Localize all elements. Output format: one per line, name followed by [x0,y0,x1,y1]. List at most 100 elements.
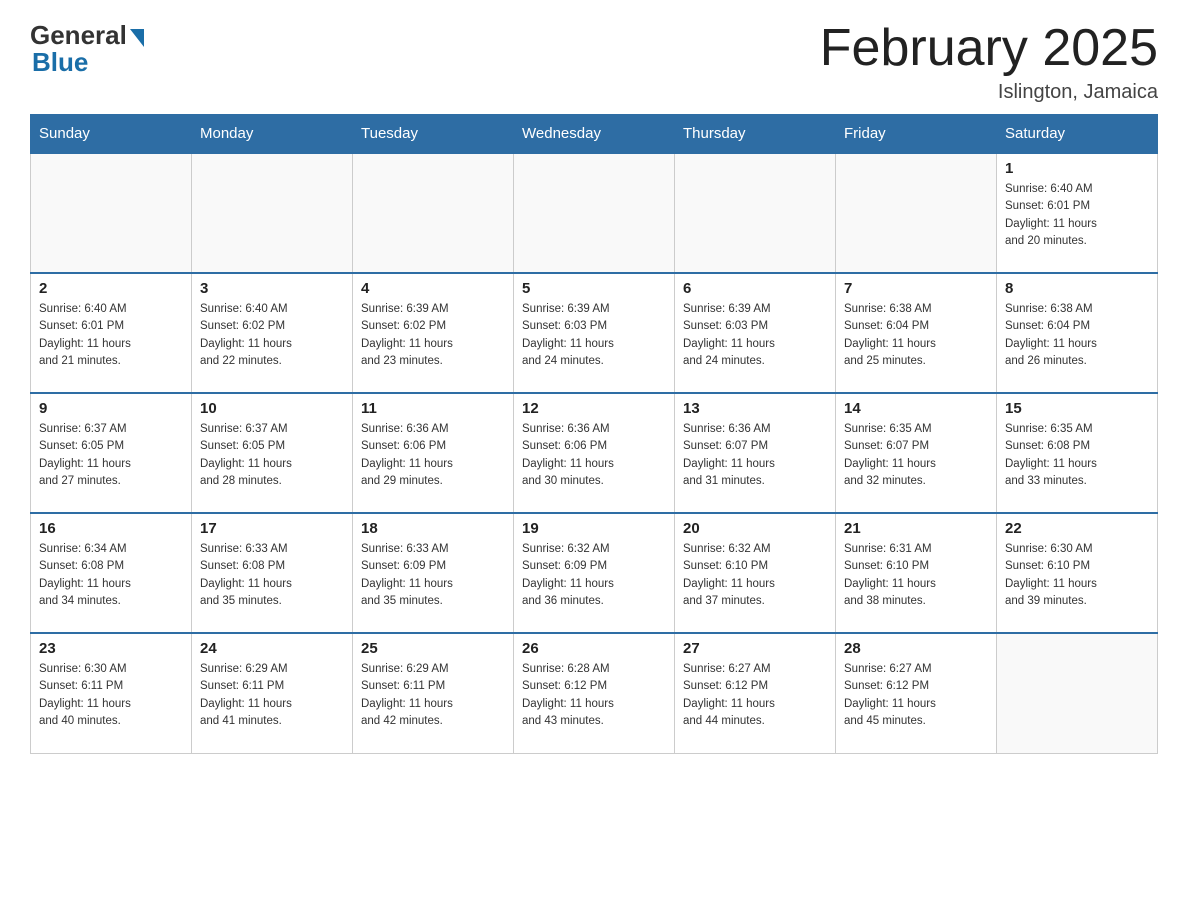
day-info: Sunrise: 6:37 AM Sunset: 6:05 PM Dayligh… [200,421,344,490]
calendar-cell: 17 Sunrise: 6:33 AM Sunset: 6:08 PM Dayli… [192,513,353,633]
day-number: 24 [200,640,344,657]
page-header: General Blue February 2025 Islington, Ja… [30,20,1158,104]
day-info: Sunrise: 6:29 AM Sunset: 6:11 PM Dayligh… [361,661,505,730]
day-info: Sunrise: 6:32 AM Sunset: 6:09 PM Dayligh… [522,541,666,610]
logo-arrow-icon [130,29,144,47]
day-info: Sunrise: 6:36 AM Sunset: 6:06 PM Dayligh… [522,421,666,490]
day-number: 14 [844,400,988,417]
calendar-cell [192,153,353,273]
calendar-cell [353,153,514,273]
calendar-cell: 16 Sunrise: 6:34 AM Sunset: 6:08 PM Dayli… [31,513,192,633]
location-text: Islington, Jamaica [820,81,1158,104]
calendar-cell: 22 Sunrise: 6:30 AM Sunset: 6:10 PM Dayli… [997,513,1158,633]
day-number: 10 [200,400,344,417]
calendar-cell: 13 Sunrise: 6:36 AM Sunset: 6:07 PM Dayli… [675,393,836,513]
calendar-cell: 14 Sunrise: 6:35 AM Sunset: 6:07 PM Dayli… [836,393,997,513]
day-number: 15 [1005,400,1149,417]
day-number: 13 [683,400,827,417]
day-number: 16 [39,520,183,537]
day-info: Sunrise: 6:33 AM Sunset: 6:09 PM Dayligh… [361,541,505,610]
calendar-header-monday: Monday [192,115,353,154]
logo-blue-text: Blue [30,47,88,78]
day-number: 4 [361,280,505,297]
day-number: 5 [522,280,666,297]
calendar-cell: 18 Sunrise: 6:33 AM Sunset: 6:09 PM Dayli… [353,513,514,633]
calendar-week-row: 2 Sunrise: 6:40 AM Sunset: 6:01 PM Daylig… [31,273,1158,393]
day-number: 7 [844,280,988,297]
calendar-week-row: 16 Sunrise: 6:34 AM Sunset: 6:08 PM Dayli… [31,513,1158,633]
calendar-table: SundayMondayTuesdayWednesdayThursdayFrid… [30,114,1158,754]
day-info: Sunrise: 6:34 AM Sunset: 6:08 PM Dayligh… [39,541,183,610]
day-info: Sunrise: 6:35 AM Sunset: 6:07 PM Dayligh… [844,421,988,490]
logo: General Blue [30,20,144,78]
calendar-cell: 25 Sunrise: 6:29 AM Sunset: 6:11 PM Dayli… [353,633,514,753]
day-info: Sunrise: 6:27 AM Sunset: 6:12 PM Dayligh… [683,661,827,730]
calendar-cell: 3 Sunrise: 6:40 AM Sunset: 6:02 PM Daylig… [192,273,353,393]
calendar-cell: 21 Sunrise: 6:31 AM Sunset: 6:10 PM Dayli… [836,513,997,633]
calendar-header-friday: Friday [836,115,997,154]
day-number: 25 [361,640,505,657]
day-info: Sunrise: 6:29 AM Sunset: 6:11 PM Dayligh… [200,661,344,730]
calendar-cell: 20 Sunrise: 6:32 AM Sunset: 6:10 PM Dayli… [675,513,836,633]
day-info: Sunrise: 6:40 AM Sunset: 6:01 PM Dayligh… [39,301,183,370]
day-info: Sunrise: 6:36 AM Sunset: 6:07 PM Dayligh… [683,421,827,490]
day-number: 8 [1005,280,1149,297]
day-info: Sunrise: 6:38 AM Sunset: 6:04 PM Dayligh… [844,301,988,370]
day-number: 22 [1005,520,1149,537]
day-info: Sunrise: 6:37 AM Sunset: 6:05 PM Dayligh… [39,421,183,490]
day-info: Sunrise: 6:38 AM Sunset: 6:04 PM Dayligh… [1005,301,1149,370]
calendar-header-sunday: Sunday [31,115,192,154]
calendar-week-row: 23Sunrise: 6:30 AM Sunset: 6:11 PM Dayli… [31,633,1158,753]
day-number: 2 [39,280,183,297]
day-number: 20 [683,520,827,537]
calendar-cell: 15 Sunrise: 6:35 AM Sunset: 6:08 PM Dayli… [997,393,1158,513]
day-number: 17 [200,520,344,537]
day-number: 12 [522,400,666,417]
day-info: Sunrise: 6:35 AM Sunset: 6:08 PM Dayligh… [1005,421,1149,490]
calendar-cell: 1 Sunrise: 6:40 AM Sunset: 6:01 PM Daylig… [997,153,1158,273]
calendar-cell: 4 Sunrise: 6:39 AM Sunset: 6:02 PM Daylig… [353,273,514,393]
day-number: 19 [522,520,666,537]
day-number: 3 [200,280,344,297]
day-info: Sunrise: 6:28 AM Sunset: 6:12 PM Dayligh… [522,661,666,730]
day-number: 28 [844,640,988,657]
calendar-cell: 27 Sunrise: 6:27 AM Sunset: 6:12 PM Dayli… [675,633,836,753]
day-number: 26 [522,640,666,657]
day-info: Sunrise: 6:31 AM Sunset: 6:10 PM Dayligh… [844,541,988,610]
calendar-cell [836,153,997,273]
day-number: 27 [683,640,827,657]
day-info: Sunrise: 6:33 AM Sunset: 6:08 PM Dayligh… [200,541,344,610]
calendar-cell: 2 Sunrise: 6:40 AM Sunset: 6:01 PM Daylig… [31,273,192,393]
day-number: 9 [39,400,183,417]
day-info: Sunrise: 6:39 AM Sunset: 6:02 PM Dayligh… [361,301,505,370]
calendar-cell [675,153,836,273]
day-info: Sunrise: 6:39 AM Sunset: 6:03 PM Dayligh… [683,301,827,370]
calendar-header-row: SundayMondayTuesdayWednesdayThursdayFrid… [31,115,1158,154]
day-info: Sunrise: 6:39 AM Sunset: 6:03 PM Dayligh… [522,301,666,370]
calendar-week-row: 1 Sunrise: 6:40 AM Sunset: 6:01 PM Daylig… [31,153,1158,273]
day-number: 23 [39,640,183,657]
calendar-header-thursday: Thursday [675,115,836,154]
calendar-header-tuesday: Tuesday [353,115,514,154]
calendar-cell: 9 Sunrise: 6:37 AM Sunset: 6:05 PM Daylig… [31,393,192,513]
calendar-cell: 11Sunrise: 6:36 AM Sunset: 6:06 PM Dayli… [353,393,514,513]
day-info: Sunrise: 6:27 AM Sunset: 6:12 PM Dayligh… [844,661,988,730]
calendar-cell: 26 Sunrise: 6:28 AM Sunset: 6:12 PM Dayli… [514,633,675,753]
calendar-cell: 8 Sunrise: 6:38 AM Sunset: 6:04 PM Daylig… [997,273,1158,393]
calendar-header-wednesday: Wednesday [514,115,675,154]
calendar-cell: 24 Sunrise: 6:29 AM Sunset: 6:11 PM Dayli… [192,633,353,753]
day-number: 18 [361,520,505,537]
day-number: 21 [844,520,988,537]
month-title: February 2025 [820,20,1158,77]
day-info: Sunrise: 6:32 AM Sunset: 6:10 PM Dayligh… [683,541,827,610]
day-info: Sunrise: 6:40 AM Sunset: 6:01 PM Dayligh… [1005,181,1149,250]
calendar-cell: 12 Sunrise: 6:36 AM Sunset: 6:06 PM Dayli… [514,393,675,513]
day-number: 1 [1005,160,1149,177]
calendar-cell: 5 Sunrise: 6:39 AM Sunset: 6:03 PM Daylig… [514,273,675,393]
day-info: Sunrise: 6:40 AM Sunset: 6:02 PM Dayligh… [200,301,344,370]
day-info: Sunrise: 6:36 AM Sunset: 6:06 PM Dayligh… [361,421,505,490]
day-info: Sunrise: 6:30 AM Sunset: 6:10 PM Dayligh… [1005,541,1149,610]
calendar-cell: 23Sunrise: 6:30 AM Sunset: 6:11 PM Dayli… [31,633,192,753]
calendar-cell: 6Sunrise: 6:39 AM Sunset: 6:03 PM Daylig… [675,273,836,393]
calendar-header-saturday: Saturday [997,115,1158,154]
